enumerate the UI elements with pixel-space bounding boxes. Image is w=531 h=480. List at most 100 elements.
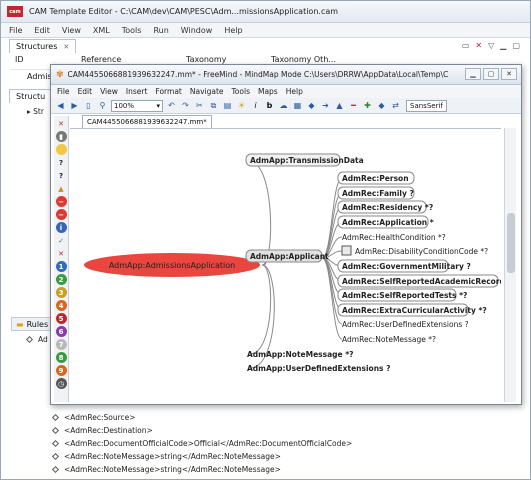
cam-menu-run[interactable]: Run: [153, 26, 168, 35]
redo-icon[interactable]: ↷: [180, 100, 191, 111]
clock-icon[interactable]: ◷: [55, 378, 67, 389]
menu-format[interactable]: Format: [155, 87, 181, 96]
node-health[interactable]: AdmRec:HealthCondition *?: [342, 233, 446, 242]
rules-tree-node[interactable]: Ad: [25, 335, 48, 344]
column-reference[interactable]: Reference: [81, 55, 121, 64]
chevron-down-icon[interactable]: ▽: [488, 41, 494, 50]
copy-icon[interactable]: ⧉: [208, 100, 219, 111]
plus-icon[interactable]: ✚: [362, 100, 373, 111]
close-button[interactable]: ✕: [501, 68, 517, 80]
arrow-right-icon[interactable]: ➔: [320, 100, 331, 111]
node-userdef-app[interactable]: AdmApp:UserDefinedExtensions ?: [247, 364, 390, 373]
maximize-icon[interactable]: ▢: [512, 41, 520, 50]
tree-line[interactable]: <AdmRec:Destination>: [51, 426, 153, 435]
vertical-scrollbar[interactable]: [504, 128, 516, 402]
tree-line[interactable]: <AdmRec:Source>: [51, 413, 136, 422]
cut-icon[interactable]: ✂: [194, 100, 205, 111]
italic-icon[interactable]: i: [250, 100, 261, 111]
tab-rules[interactable]: ▬ Rules: [11, 317, 51, 331]
root-node[interactable]: AdmApp:AdmissionsApplication: [84, 253, 260, 277]
node-government[interactable]: AdmRec:GovernmentMilitary ?: [337, 259, 471, 273]
number-2-icon[interactable]: 2: [55, 274, 67, 285]
zoom-select[interactable]: 100% ▾: [111, 99, 163, 112]
cloud-icon[interactable]: ☁: [278, 100, 289, 111]
number-8-icon[interactable]: 8: [55, 352, 67, 363]
cam-menu-tools[interactable]: Tools: [122, 26, 142, 35]
column-taxonomy-other[interactable]: Taxonomy Oth...: [271, 55, 336, 64]
number-7-icon[interactable]: 7: [55, 339, 67, 350]
question-icon[interactable]: ?: [56, 157, 67, 168]
cross-icon[interactable]: ✕: [56, 248, 67, 259]
remove-icon[interactable]: ✕: [56, 118, 67, 129]
stop-icon[interactable]: −: [55, 196, 67, 207]
node-disability[interactable]: AdmRec:DisabilityConditionCode *?: [341, 245, 488, 256]
tab-mindmap-document[interactable]: CAM4455066881939632247.mm*: [82, 115, 212, 128]
menu-insert[interactable]: Insert: [126, 87, 148, 96]
cam-menu-file[interactable]: File: [9, 26, 22, 35]
node-applicant[interactable]: AdmApp:Applicant: [245, 249, 329, 263]
tree-line[interactable]: <AdmRec:NoteMessage>string</AdmRec:NoteM…: [51, 465, 281, 474]
minus-icon[interactable]: ━: [348, 100, 359, 111]
node-residency[interactable]: AdmRec:Residency *?: [337, 200, 433, 214]
warning-icon[interactable]: ▲: [56, 183, 67, 194]
menu-view[interactable]: View: [100, 87, 118, 96]
idea-icon[interactable]: [55, 144, 67, 155]
menu-navigate[interactable]: Navigate: [190, 87, 224, 96]
bulb-icon[interactable]: ☀: [236, 100, 247, 111]
new-map-icon[interactable]: ▯: [83, 100, 94, 111]
paste-icon[interactable]: ▤: [222, 100, 233, 111]
node-extra[interactable]: AdmRec:ExtraCurricularActivity *?: [337, 303, 487, 317]
note-icon[interactable]: ▦: [292, 100, 303, 111]
number-6-icon[interactable]: 6: [55, 326, 67, 337]
number-9-icon[interactable]: 9: [55, 365, 67, 376]
forward-icon[interactable]: ▶: [69, 100, 80, 111]
minimize-icon[interactable]: ▭: [462, 41, 470, 50]
scrollbar-thumb[interactable]: [507, 213, 515, 273]
filter-icon[interactable]: ⚲: [97, 100, 108, 111]
minimize-button[interactable]: ▁: [465, 68, 481, 80]
arrow-left-icon[interactable]: ◆: [306, 100, 317, 111]
minimize-icon[interactable]: ▁: [500, 41, 506, 50]
maximize-button[interactable]: ▢: [483, 68, 499, 80]
undo-icon[interactable]: ↶: [166, 100, 177, 111]
info-icon[interactable]: i: [55, 222, 67, 233]
close-icon[interactable]: ✕: [63, 43, 69, 51]
cam-menu-edit[interactable]: Edit: [34, 26, 50, 35]
cam-menu-view[interactable]: View: [62, 26, 81, 35]
node-person[interactable]: AdmRec:Person: [337, 171, 415, 185]
tab-structures[interactable]: Structures ✕: [9, 39, 77, 53]
menu-tools[interactable]: Tools: [232, 87, 250, 96]
mindmap-canvas[interactable]: AdmApp:AdmissionsApplication AdmApp:Tran…: [70, 128, 516, 402]
node-transmission[interactable]: AdmApp:TransmissionData: [245, 153, 364, 167]
trash-icon[interactable]: ▮: [55, 131, 67, 142]
check-icon[interactable]: ✓: [56, 235, 67, 246]
arrow-down-icon[interactable]: ◆: [376, 100, 387, 111]
arrow-double-icon[interactable]: ⇄: [390, 100, 401, 111]
node-userdef-rec[interactable]: AdmRec:UserDefinedExtensions ?: [342, 320, 469, 329]
node-note-rec[interactable]: AdmRec:NoteMessage *?: [342, 335, 436, 344]
cam-menu-window[interactable]: Window: [181, 26, 213, 35]
font-select[interactable]: SansSerif: [406, 99, 447, 112]
node-tests[interactable]: AdmRec:SelfReportedTests *?: [337, 288, 467, 302]
stop-icon[interactable]: −: [55, 209, 67, 220]
tree-line[interactable]: <AdmRec:DocumentOfficialCode>Official</A…: [51, 439, 352, 448]
node-application[interactable]: AdmRec:Application *: [337, 215, 434, 229]
menu-edit[interactable]: Edit: [78, 87, 93, 96]
priority-icon[interactable]: ?: [56, 170, 67, 181]
node-academic[interactable]: AdmRec:SelfReportedAcademicRecord *?: [337, 274, 516, 288]
back-icon[interactable]: ◀: [55, 100, 66, 111]
node-family[interactable]: AdmRec:Family ?: [337, 186, 415, 200]
column-taxonomy[interactable]: Taxonomy: [186, 55, 226, 64]
cam-menu-xml[interactable]: XML: [93, 26, 110, 35]
number-3-icon[interactable]: 3: [55, 287, 67, 298]
tree-line[interactable]: <AdmRec:NoteMessage>string</AdmRec:NoteM…: [51, 452, 281, 461]
number-5-icon[interactable]: 5: [55, 313, 67, 324]
delete-icon[interactable]: ✕: [475, 41, 482, 50]
menu-file[interactable]: File: [57, 87, 70, 96]
cam-menu-help[interactable]: Help: [224, 26, 242, 35]
number-4-icon[interactable]: 4: [55, 300, 67, 311]
column-id[interactable]: ID: [15, 55, 24, 64]
number-1-icon[interactable]: 1: [55, 261, 67, 272]
menu-maps[interactable]: Maps: [258, 87, 278, 96]
arrow-up-icon[interactable]: ▲: [334, 100, 345, 111]
